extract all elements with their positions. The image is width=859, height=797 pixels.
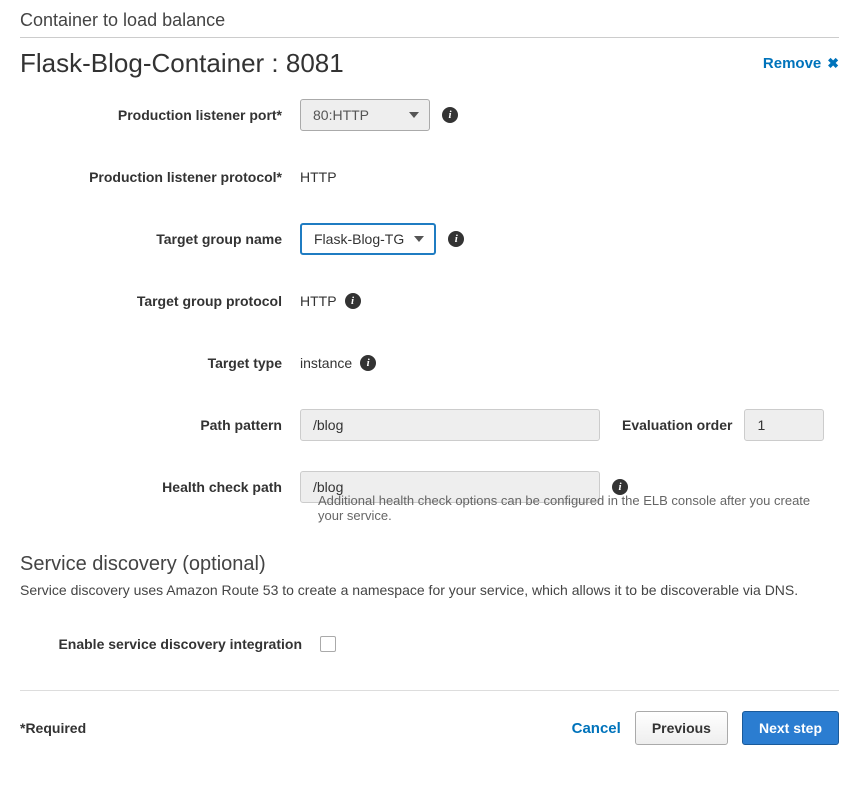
service-discovery-desc: Service discovery uses Amazon Route 53 t… — [20, 582, 839, 598]
target-group-protocol-label: Target group protocol — [20, 293, 300, 309]
caret-down-icon — [409, 112, 419, 118]
cancel-button[interactable]: Cancel — [572, 720, 621, 737]
info-icon[interactable]: i — [345, 293, 361, 309]
next-step-button[interactable]: Next step — [742, 711, 839, 745]
health-check-label: Health check path — [20, 479, 300, 495]
divider — [20, 690, 839, 691]
eval-order-label: Evaluation order — [622, 417, 732, 433]
target-type-value: instance — [300, 355, 352, 371]
target-type-label: Target type — [20, 355, 300, 371]
caret-down-icon — [414, 236, 424, 242]
target-group-name-value: Flask-Blog-TG — [314, 231, 404, 247]
target-group-name-label: Target group name — [20, 231, 300, 247]
previous-button[interactable]: Previous — [635, 711, 728, 745]
prod-listener-protocol-label: Production listener protocol* — [20, 169, 300, 185]
service-discovery-title: Service discovery (optional) — [20, 553, 839, 576]
section-title: Container to load balance — [20, 10, 839, 38]
container-header: Flask-Blog-Container : 8081 Remove ✖ — [20, 48, 839, 79]
info-icon[interactable]: i — [448, 231, 464, 247]
target-group-protocol-value: HTTP — [300, 293, 337, 309]
info-icon[interactable]: i — [360, 355, 376, 371]
remove-button[interactable]: Remove ✖ — [763, 55, 839, 72]
prod-listener-port-select[interactable]: 80:HTTP — [300, 99, 430, 131]
footer: *Required Cancel Previous Next step — [20, 711, 839, 745]
remove-label: Remove — [763, 55, 821, 72]
required-text: *Required — [20, 720, 86, 736]
prod-listener-port-value: 80:HTTP — [313, 107, 369, 123]
target-group-name-select[interactable]: Flask-Blog-TG — [300, 223, 436, 255]
enable-discovery-label: Enable service discovery integration — [20, 636, 320, 652]
path-pattern-label: Path pattern — [20, 417, 300, 433]
container-title: Flask-Blog-Container : 8081 — [20, 48, 344, 79]
health-check-helper: Additional health check options can be c… — [300, 493, 839, 523]
close-icon: ✖ — [827, 55, 839, 72]
info-icon[interactable]: i — [442, 107, 458, 123]
path-pattern-input[interactable] — [300, 409, 600, 441]
enable-discovery-checkbox[interactable] — [320, 636, 336, 652]
prod-listener-port-label: Production listener port* — [20, 107, 300, 123]
eval-order-input[interactable] — [744, 409, 824, 441]
prod-listener-protocol-value: HTTP — [300, 169, 337, 185]
